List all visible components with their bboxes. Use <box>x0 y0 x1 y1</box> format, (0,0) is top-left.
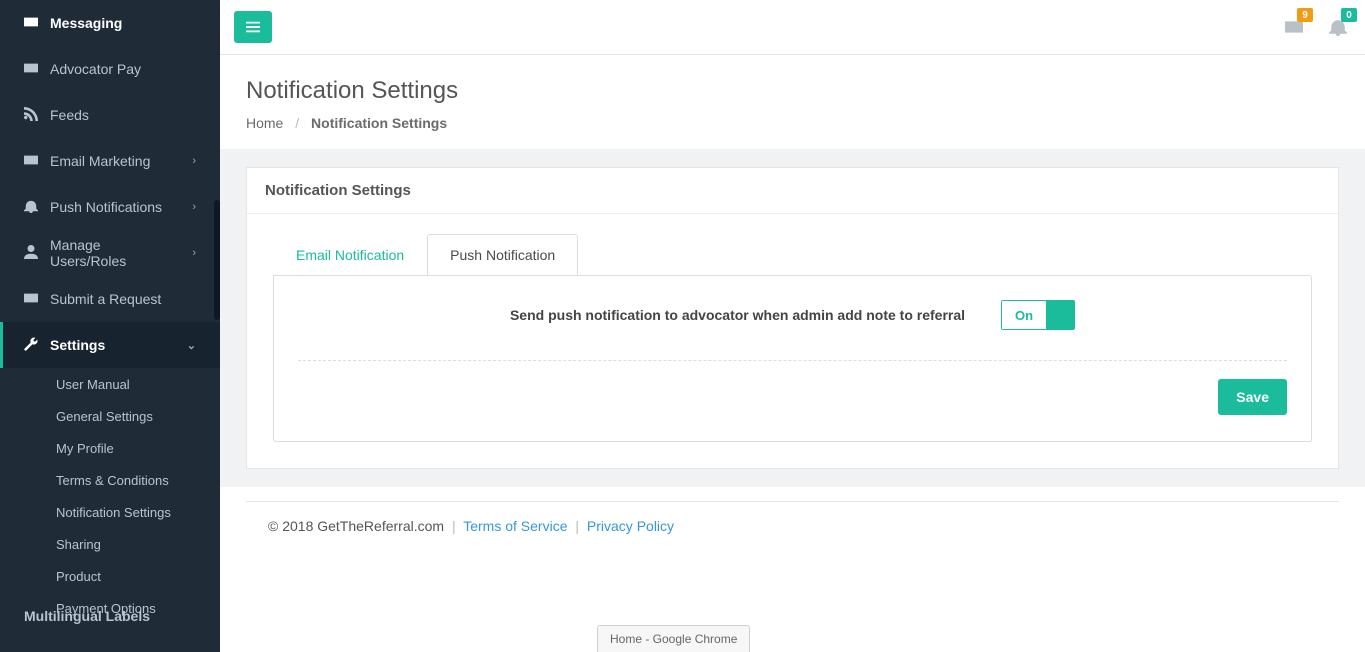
settings-panel: Notification Settings Email Notification… <box>246 167 1339 469</box>
sidebar-item-multilingual-labels[interactable]: Multilingual Labels <box>0 601 220 631</box>
sidebar-item-messaging[interactable]: Messaging <box>0 0 220 46</box>
envelope-icon <box>24 153 38 170</box>
tab-content: Send push notification to advocator when… <box>273 275 1312 442</box>
footer-terms-link[interactable]: Terms of Service <box>463 518 567 534</box>
sidebar-item-label: Settings <box>50 337 175 353</box>
footer-copyright: © 2018 GetTheReferral.com <box>268 518 444 534</box>
sidebar-item-label: Advocator Pay <box>50 61 196 77</box>
toggle-knob <box>1046 301 1074 329</box>
sidebar-subitem-my-profile[interactable]: My Profile <box>56 432 220 464</box>
content-area: Notification Settings Email Notification… <box>220 149 1365 487</box>
sidebar-subitem-terms-conditions[interactable]: Terms & Conditions <box>56 464 220 496</box>
user-icon <box>24 245 38 262</box>
sidebar-item-label: Submit a Request <box>50 291 196 307</box>
save-button[interactable]: Save <box>1218 379 1287 415</box>
notifications-icon[interactable]: 0 <box>1325 14 1351 40</box>
option-label: Send push notification to advocator when… <box>510 307 965 323</box>
sidebar-item-email-marketing[interactable]: Email Marketing › <box>0 138 220 184</box>
footer-separator: | <box>575 518 579 534</box>
envelope-icon <box>24 291 38 308</box>
chevron-right-icon: › <box>192 155 196 167</box>
sidebar-item-label: Messaging <box>50 15 196 31</box>
breadcrumb: Home / Notification Settings <box>246 115 1339 131</box>
page-header: Notification Settings Home / Notificatio… <box>220 55 1365 149</box>
os-taskbar-tab[interactable]: Home - Google Chrome <box>597 625 750 652</box>
tab-bar: Email Notification Push Notification <box>273 234 1312 276</box>
option-row: Send push notification to advocator when… <box>298 300 1287 330</box>
notifications-badge: 0 <box>1341 8 1357 22</box>
sidebar-subitem-user-manual[interactable]: User Manual <box>56 368 220 400</box>
sidebar-subitem-sharing[interactable]: Sharing <box>56 528 220 560</box>
tab-push-notification[interactable]: Push Notification <box>427 234 578 276</box>
sidebar-item-label: Email Marketing <box>50 153 180 169</box>
sidebar-item-label: Push Notifications <box>50 199 180 215</box>
sidebar-item-label: Feeds <box>50 107 196 123</box>
footer-privacy-link[interactable]: Privacy Policy <box>587 518 674 534</box>
sidebar-item-settings[interactable]: Settings ⌄ <box>0 322 220 368</box>
breadcrumb-current: Notification Settings <box>311 115 447 131</box>
sidebar-subitem-notification-settings[interactable]: Notification Settings <box>56 496 220 528</box>
sidebar-item-submit-request[interactable]: Submit a Request <box>0 276 220 322</box>
page-title: Notification Settings <box>246 77 1339 105</box>
sidebar-item-advocator-pay[interactable]: Advocator Pay <box>0 46 220 92</box>
chevron-right-icon: › <box>192 247 196 259</box>
sidebar-scrollbar[interactable] <box>214 200 220 320</box>
bell-icon <box>24 199 38 216</box>
breadcrumb-home[interactable]: Home <box>246 115 283 131</box>
footer-separator: | <box>452 518 456 534</box>
panel-header: Notification Settings <box>247 168 1338 214</box>
tab-email-notification[interactable]: Email Notification <box>273 234 427 276</box>
sidebar-item-manage-users[interactable]: Manage Users/Roles › <box>0 230 220 276</box>
sidebar-item-feeds[interactable]: Feeds <box>0 92 220 138</box>
rss-icon <box>24 107 38 124</box>
footer: © 2018 GetTheReferral.com | Terms of Ser… <box>246 501 1339 550</box>
chevron-down-icon: ⌄ <box>187 339 196 352</box>
envelope-icon <box>24 61 38 78</box>
topbar: 9 0 <box>220 0 1365 55</box>
divider <box>298 360 1287 361</box>
sidebar-subitem-product[interactable]: Product <box>56 560 220 592</box>
sidebar-toggle-button[interactable] <box>234 11 272 43</box>
sidebar-submenu-settings: User Manual General Settings My Profile … <box>0 368 220 624</box>
envelope-icon <box>24 15 38 32</box>
breadcrumb-separator: / <box>295 115 299 131</box>
sidebar: Messaging Advocator Pay Feeds Email Mark… <box>0 0 220 652</box>
wrench-icon <box>24 337 38 354</box>
messages-icon[interactable]: 9 <box>1281 14 1307 40</box>
sidebar-subitem-general-settings[interactable]: General Settings <box>56 400 220 432</box>
sidebar-item-label: Manage Users/Roles <box>50 237 180 269</box>
main-content: 9 0 Notification Settings Home / Notific… <box>220 0 1365 652</box>
option-toggle[interactable]: On <box>1001 300 1075 330</box>
toggle-state-label: On <box>1002 301 1046 329</box>
sidebar-item-push-notifications[interactable]: Push Notifications › <box>0 184 220 230</box>
chevron-right-icon: › <box>192 201 196 213</box>
messages-badge: 9 <box>1297 8 1313 22</box>
active-indicator <box>0 322 3 368</box>
